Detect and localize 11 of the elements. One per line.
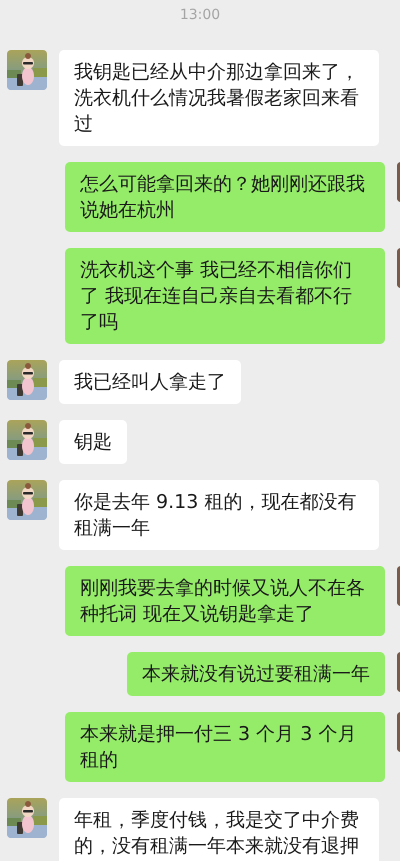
message-bubble: 我已经叫人拿走了 xyxy=(59,360,241,404)
message-bubble: 我钥匙已经从中介那边拿回来了，洗衣机什么情况我暑假老家回来看过 xyxy=(59,50,379,146)
message-bubble: 怎么可能拿回来的？她刚刚还跟我说她在杭州 xyxy=(65,162,385,232)
message-bubble: 你是去年 9.13 租的，现在都没有租满一年 xyxy=(59,480,379,550)
message-bubble: 钥匙 xyxy=(59,420,127,464)
message-bubble: 年租，季度付钱，我是交了中介费的，没有租满一年本来就没有退押 xyxy=(59,798,379,861)
message-bubble: 本来就没有说过要租满一年 xyxy=(127,652,385,696)
timestamp: 13:00 xyxy=(180,6,220,24)
message-bubble: 洗衣机这个事 我已经不相信你们了 我现在连自己亲自去看都不行了吗 xyxy=(65,248,385,344)
message-bubble: 刚刚我要去拿的时候又说人不在各种托词 现在又说钥匙拿走了 xyxy=(65,566,385,636)
message-bubble: 本来就是押一付三 3 个月 3 个月租的 xyxy=(65,712,385,782)
